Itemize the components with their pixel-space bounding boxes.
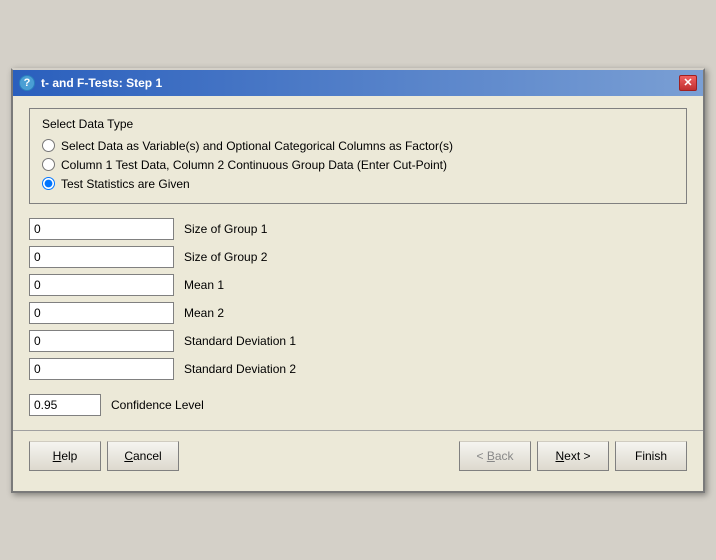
finish-button[interactable]: Finish [615,441,687,471]
close-button[interactable]: ✕ [679,75,697,91]
field-row-group2-size: Size of Group 2 [29,246,687,268]
field-row-sd1: Standard Deviation 1 [29,330,687,352]
radio-option-2[interactable] [42,158,55,171]
sd1-label: Standard Deviation 1 [184,334,296,348]
group1-size-label: Size of Group 1 [184,222,267,236]
field-row-mean2: Mean 2 [29,302,687,324]
field-row-sd2: Standard Deviation 2 [29,358,687,380]
group1-size-input[interactable] [29,218,174,240]
field-row-mean1: Mean 1 [29,274,687,296]
radio-row-1: Select Data as Variable(s) and Optional … [42,139,674,153]
group2-size-input[interactable] [29,246,174,268]
mean2-label: Mean 2 [184,306,224,320]
sd2-label: Standard Deviation 2 [184,362,296,376]
button-row: Help Cancel < Back Next > Finish [29,441,687,479]
group-box-legend: Select Data Type [42,117,674,131]
sd1-input[interactable] [29,330,174,352]
dialog-icon: ? [19,75,35,91]
group2-size-label: Size of Group 2 [184,250,267,264]
dialog-window: ? t- and F-Tests: Step 1 ✕ Select Data T… [11,68,705,493]
confidence-level-input[interactable] [29,394,101,416]
confidence-row: Confidence Level [29,394,687,416]
window-title: t- and F-Tests: Step 1 [41,76,162,90]
next-button[interactable]: Next > [537,441,609,471]
radio-label-3[interactable]: Test Statistics are Given [61,177,190,191]
radio-row-2: Column 1 Test Data, Column 2 Continuous … [42,158,674,172]
mean1-input[interactable] [29,274,174,296]
title-bar-left: ? t- and F-Tests: Step 1 [19,75,162,91]
radio-label-2[interactable]: Column 1 Test Data, Column 2 Continuous … [61,158,447,172]
field-row-group1-size: Size of Group 1 [29,218,687,240]
select-data-type-group: Select Data Type Select Data as Variable… [29,108,687,204]
fields-section: Size of Group 1 Size of Group 2 Mean 1 M… [29,218,687,380]
mean1-label: Mean 1 [184,278,224,292]
radio-option-3[interactable] [42,177,55,190]
mean2-input[interactable] [29,302,174,324]
divider [13,430,703,431]
radio-label-1[interactable]: Select Data as Variable(s) and Optional … [61,139,453,153]
dialog-content: Select Data Type Select Data as Variable… [13,96,703,491]
radio-row-3: Test Statistics are Given [42,177,674,191]
radio-option-1[interactable] [42,139,55,152]
back-button[interactable]: < Back [459,441,531,471]
title-bar: ? t- and F-Tests: Step 1 ✕ [13,70,703,96]
sd2-input[interactable] [29,358,174,380]
confidence-level-label: Confidence Level [111,398,204,412]
help-button[interactable]: Help [29,441,101,471]
cancel-button[interactable]: Cancel [107,441,179,471]
